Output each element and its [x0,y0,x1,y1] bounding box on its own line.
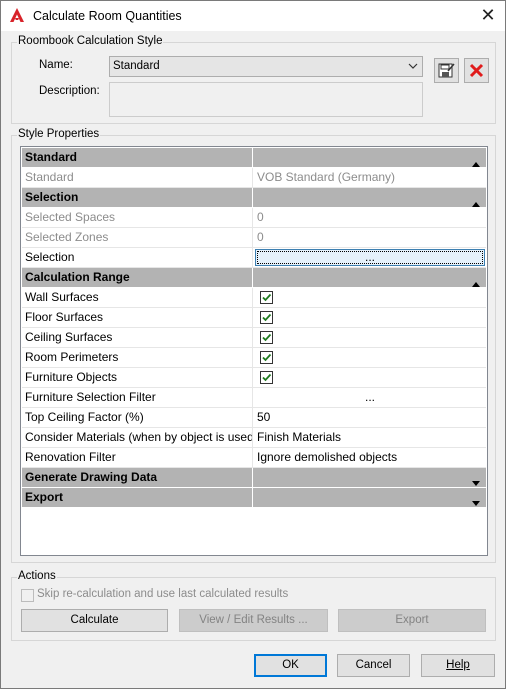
property-label: Consider Materials (when by object is us… [22,428,253,447]
grid-property-row[interactable]: Renovation Filter Ignore demolished objec… [22,448,486,468]
help-button-label: Help [446,659,470,671]
actions-group-label: Actions [17,570,57,582]
property-value: 0 [257,230,264,244]
name-label: Name: [39,59,73,71]
view-edit-results-button[interactable]: View / Edit Results ... [179,609,328,632]
autocad-a-icon [9,7,25,23]
category-label: Generate Drawing Data [22,468,253,487]
window-title: Calculate Room Quantities [33,9,182,23]
dialog-window: Calculate Room Quantities ✕ Roombook Cal… [0,0,506,689]
save-style-button[interactable] [434,58,459,83]
description-label: Description: [39,85,100,97]
category-label: Standard [22,148,253,167]
property-label: Furniture Objects [22,368,253,387]
property-label: Selection [22,248,253,267]
collapse-arrow-icon[interactable] [472,194,480,207]
name-select-value: Standard [113,60,160,72]
property-value[interactable]: ... [254,388,486,407]
description-field[interactable] [109,82,423,117]
property-checkbox[interactable] [260,311,273,324]
property-label: Renovation Filter [22,448,253,467]
close-icon[interactable]: ✕ [477,4,499,26]
property-value[interactable]: Finish Materials [254,428,486,447]
property-label: Top Ceiling Factor (%) [22,408,253,427]
export-button[interactable]: Export [338,609,486,632]
expand-arrow-icon[interactable] [472,474,480,486]
property-label: Selected Zones [22,228,253,247]
property-label: Furniture Selection Filter [22,388,253,407]
grid-category-row[interactable]: Generate Drawing Data [22,468,486,488]
grid-category-row[interactable]: Calculation Range [22,268,486,288]
grid-property-row[interactable]: Standard VOB Standard (Germany) [22,168,486,188]
roombook-style-group-label: Roombook Calculation Style [17,35,164,47]
property-label: Room Perimeters [22,348,253,367]
title-bar[interactable]: Calculate Room Quantities ✕ [1,1,505,31]
delete-style-button[interactable] [464,58,489,83]
cancel-button[interactable]: Cancel [337,654,410,677]
property-label: Selected Spaces [22,208,253,227]
property-value: VOB Standard (Germany) [257,170,396,184]
property-value[interactable] [254,368,486,387]
property-value[interactable] [254,308,486,327]
category-label: Selection [22,188,253,207]
property-checkbox[interactable] [260,371,273,384]
grid-category-row[interactable]: Selection [22,188,486,208]
property-value[interactable]: 50 [254,408,486,427]
grid-property-row[interactable]: Selected Zones 0 [22,228,486,248]
expand-arrow-icon[interactable] [472,494,480,506]
property-label: Standard [22,168,253,187]
grid-property-row[interactable]: Furniture Objects [22,368,486,388]
skip-recalculation-label: Skip re-calculation and use last calcula… [37,588,289,600]
property-value[interactable] [254,328,486,347]
property-checkbox[interactable] [260,351,273,364]
property-checkbox[interactable] [260,291,273,304]
grid-property-row[interactable]: Selection... [22,248,486,268]
category-value-cell [254,148,486,167]
property-value[interactable]: Ignore demolished objects [254,448,486,467]
grid-property-row[interactable]: Wall Surfaces [22,288,486,308]
help-button[interactable]: Help [421,654,495,677]
style-properties-group-label: Style Properties [17,128,101,140]
name-select[interactable]: Standard [109,56,423,77]
grid-property-row[interactable]: Consider Materials (when by object is us… [22,428,486,448]
grid-property-row[interactable]: Ceiling Surfaces [22,328,486,348]
selection-browse-button[interactable]: ... [255,249,485,266]
property-value[interactable] [254,348,486,367]
chevron-down-icon [407,60,419,72]
grid-category-row[interactable]: Standard [22,148,486,168]
collapse-arrow-icon[interactable] [472,274,480,287]
grid-property-row[interactable]: Room Perimeters [22,348,486,368]
category-label: Calculation Range [22,268,253,287]
ok-button[interactable]: OK [254,654,327,677]
property-value: 0 [257,210,264,224]
category-value-cell [254,268,486,287]
skip-recalculation-checkbox[interactable] [21,589,34,602]
grid-property-row[interactable]: Furniture Selection Filter... [22,388,486,408]
property-checkbox[interactable] [260,331,273,344]
category-value-cell [254,188,486,207]
calculate-button[interactable]: Calculate [21,609,168,632]
collapse-arrow-icon[interactable] [472,154,480,167]
category-value-cell [254,468,486,487]
grid-property-row[interactable]: Top Ceiling Factor (%) 50 [22,408,486,428]
grid-property-row[interactable]: Selected Spaces 0 [22,208,486,228]
grid-property-row[interactable]: Floor Surfaces [22,308,486,328]
property-label: Floor Surfaces [22,308,253,327]
category-label: Export [22,488,253,507]
category-value-cell [254,488,486,507]
property-grid[interactable]: Standard Standard VOB Standard (Germany) Se… [20,146,488,556]
property-label: Ceiling Surfaces [22,328,253,347]
grid-category-row[interactable]: Export [22,488,486,508]
property-value[interactable] [254,288,486,307]
property-label: Wall Surfaces [22,288,253,307]
